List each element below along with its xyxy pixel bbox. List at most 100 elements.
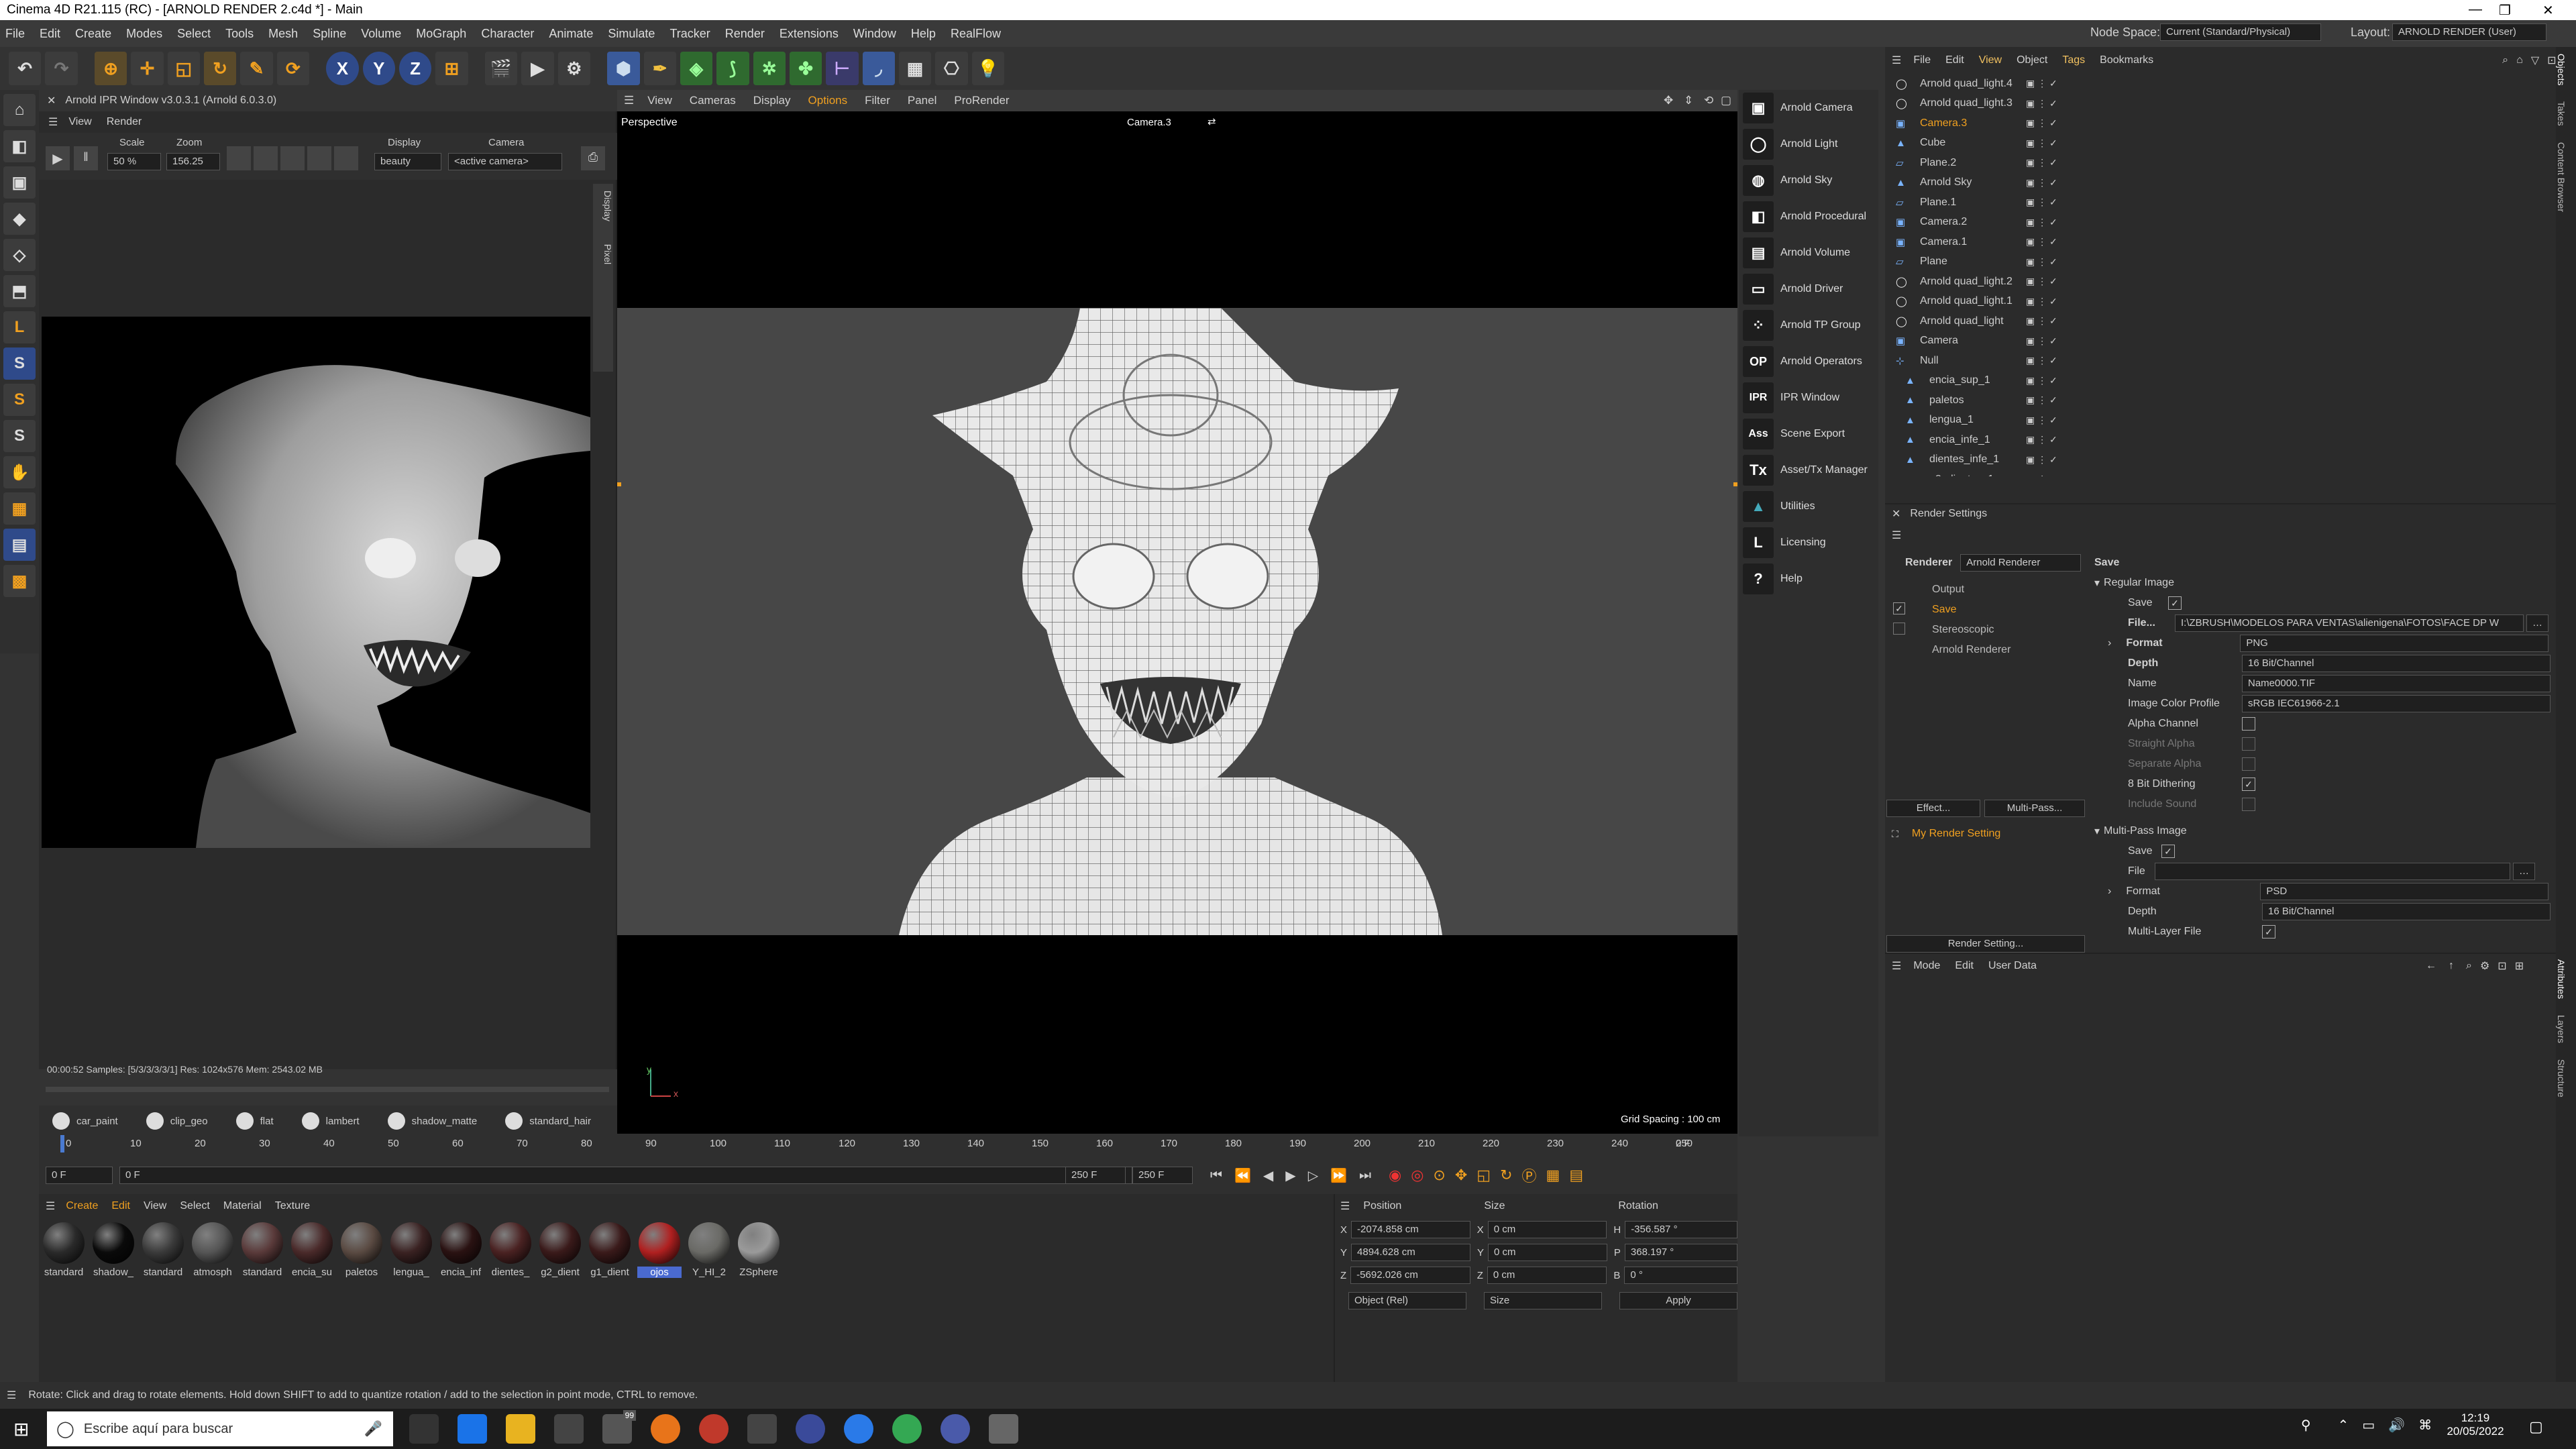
keyframe-selection-icon[interactable]: ⊙ [1433,1167,1445,1184]
pick-icon[interactable] [334,146,358,170]
texture-mode-icon[interactable]: ▣ [3,166,36,199]
play-forward-icon[interactable]: ▶ [1285,1167,1295,1184]
menu-select[interactable]: Select [177,27,211,41]
timeline[interactable]: 0 10 20 30 40 50 60 70 80 90 100 110 120 130 140 150 160… [39,1134,1737,1194]
frame-handle[interactable] [617,482,621,486]
object-row[interactable]: ▣ Camera.2 ▣ ⋮ ✓ [1885,213,2556,233]
object-name[interactable]: encia_infe_1 [1929,434,1990,446]
snapshot-icon[interactable]: ⎙ [581,146,605,170]
rotate-view-icon[interactable]: ⟲ [1704,94,1713,107]
planar-workplane-icon[interactable]: ▤ [3,529,36,561]
hamburger-icon[interactable]: ☰ [1892,54,1901,67]
max-frame-field[interactable]: 250 F [1132,1167,1193,1184]
apply-button[interactable]: Apply [1619,1292,1737,1309]
attr-menu-edit[interactable]: Edit [1955,960,1974,972]
position-field[interactable]: -2074.858 cm [1351,1221,1470,1238]
object-name[interactable]: Plane.1 [1920,197,1956,209]
perspective-viewport[interactable]: ☰ View Cameras Display Options Filter Pa… [617,90,1737,1136]
tab-content-browser[interactable]: Content Browser [2556,142,2567,212]
hamburger-icon[interactable]: ☰ [48,115,58,129]
menu-render[interactable]: Render [725,27,765,41]
menu-edit[interactable]: Edit [40,27,60,41]
object-row[interactable]: ▣ Camera ▣ ⋮ ✓ [1885,331,2556,352]
visibility-toggles[interactable]: ▣ ⋮ ✓ [2026,315,2057,327]
om-menu-tags[interactable]: Tags [2062,54,2085,66]
timeline-icon[interactable]: ▤ [1569,1167,1583,1184]
layout-dropdown[interactable]: ARNOLD RENDER (User) [2392,23,2546,41]
object-name[interactable]: Plane [1920,256,1947,268]
quantize-icon[interactable]: ▩ [3,565,36,597]
object-row[interactable]: ▲ lengua_1 ▣ ⋮ ✓ [1885,411,2556,431]
redo-icon[interactable]: ↷ [45,52,78,85]
object-row[interactable]: ▱ Plane.1 ▣ ⋮ ✓ [1885,193,2556,213]
move-view-icon[interactable]: ✥ [1664,94,1673,107]
shader-standard-hair[interactable]: standard_hair [529,1116,591,1127]
dither-checkbox[interactable]: ✓ [2242,777,2255,791]
material-item[interactable]: lengua_ [389,1222,433,1278]
menu-realflow[interactable]: RealFlow [951,27,1001,41]
play-icon[interactable]: ▶ [46,146,70,170]
visibility-toggles[interactable]: ▣ ⋮ ✓ [2026,197,2057,208]
om-menu-file[interactable]: File [1913,54,1931,66]
visibility-toggles[interactable]: ▣ ⋮ ✓ [2026,157,2057,168]
scale-field[interactable]: 50 % [107,153,161,170]
shader-flat[interactable]: flat [260,1116,274,1127]
visibility-toggles[interactable]: ▣ ⋮ ✓ [2026,138,2057,149]
current-frame-field[interactable]: 0 F [46,1167,113,1184]
multipass-button[interactable]: Multi-Pass... [1984,800,2085,817]
record-icon[interactable]: ◉ [1389,1167,1401,1184]
camera-link-icon[interactable]: ⇄ [1208,115,1216,127]
rotate-icon[interactable]: ↻ [203,52,237,85]
separate-alpha-checkbox[interactable] [2242,757,2255,771]
object-row[interactable]: ▱ Plane.2 ▣ ⋮ ✓ [1885,153,2556,173]
object-name[interactable]: Camera.2 [1920,216,1967,228]
hamburger-icon[interactable]: ☰ [46,1199,55,1213]
vp-menu-display[interactable]: Display [753,94,791,107]
up-arrow-icon[interactable]: ↑ [2449,960,2454,972]
mp-save-checkbox[interactable]: ✓ [2161,845,2175,858]
object-row[interactable]: ▲ encia_sup_1 ▣ ⋮ ✓ [1885,371,2556,391]
visibility-toggles[interactable]: ▣ ⋮ ✓ [2026,177,2057,189]
prev-frame-icon[interactable]: ◀ [1263,1167,1273,1184]
stereo-enable-checkbox[interactable] [1893,623,1905,635]
material-item[interactable]: shadow_ [91,1222,136,1278]
arnold-light-button[interactable]: ◯ Arnold Light [1739,126,1878,162]
move-icon[interactable]: ✛ [131,52,164,85]
material-item[interactable]: ZSphere [737,1222,781,1278]
expand-icon[interactable]: ⛶ [1892,828,1898,840]
close-button[interactable]: ✕ [2542,2,2554,19]
size-field[interactable]: 0 cm [1487,1267,1607,1284]
material-item[interactable]: dientes_ [488,1222,533,1278]
arnold-sky-button[interactable]: ◍ Arnold Sky [1739,162,1878,199]
tab-display[interactable]: Display [602,191,613,221]
hamburger-icon[interactable]: ☰ [1892,959,1901,973]
rotation-key-icon[interactable]: ↻ [1500,1167,1512,1184]
menu-mograph[interactable]: MoGraph [416,27,466,41]
utilities-button[interactable]: ▲ Utilities [1739,488,1878,525]
visibility-toggles[interactable]: ▣ ⋮ ✓ [2026,256,2057,268]
object-name[interactable]: Arnold Sky [1920,176,1972,189]
position-field[interactable]: -5692.026 cm [1350,1267,1470,1284]
material-item[interactable]: encia_su [290,1222,334,1278]
arnold-driver-button[interactable]: ▭ Arnold Driver [1739,271,1878,307]
multipass-header[interactable]: ▾ Multi-Pass Image [2094,821,2551,841]
windows-start-icon[interactable]: ⊞ [13,1418,29,1440]
mat-menu-edit[interactable]: Edit [111,1200,130,1212]
filter-icon[interactable]: ▽ [2531,54,2539,67]
y-axis-lock-icon[interactable]: Y [362,52,395,85]
expand-icon[interactable]: › [2108,637,2111,649]
chrome-icon[interactable] [892,1414,922,1444]
scale-icon[interactable]: ◱ [167,52,200,85]
close-icon[interactable]: ✕ [1892,507,1900,521]
lock-icon[interactable]: ⊡ [2498,959,2506,973]
menu-volume[interactable]: Volume [361,27,401,41]
visibility-toggles[interactable]: ▣ ⋮ ✓ [2026,415,2057,426]
object-row[interactable]: ▣ Camera.3 ▣ ⋮ ✓ [1885,113,2556,133]
battery-icon[interactable]: ▭ [2362,1417,2375,1434]
tree-stereoscopic[interactable]: Stereoscopic [1892,620,2086,640]
tab-pixel[interactable]: Pixel [602,244,613,264]
material-item[interactable]: standard [42,1222,86,1278]
hamburger-icon[interactable]: ☰ [624,94,634,107]
visibility-toggles[interactable]: ▣ ⋮ ✓ [2026,98,2057,109]
shader-clip-geo[interactable]: clip_geo [170,1116,208,1127]
